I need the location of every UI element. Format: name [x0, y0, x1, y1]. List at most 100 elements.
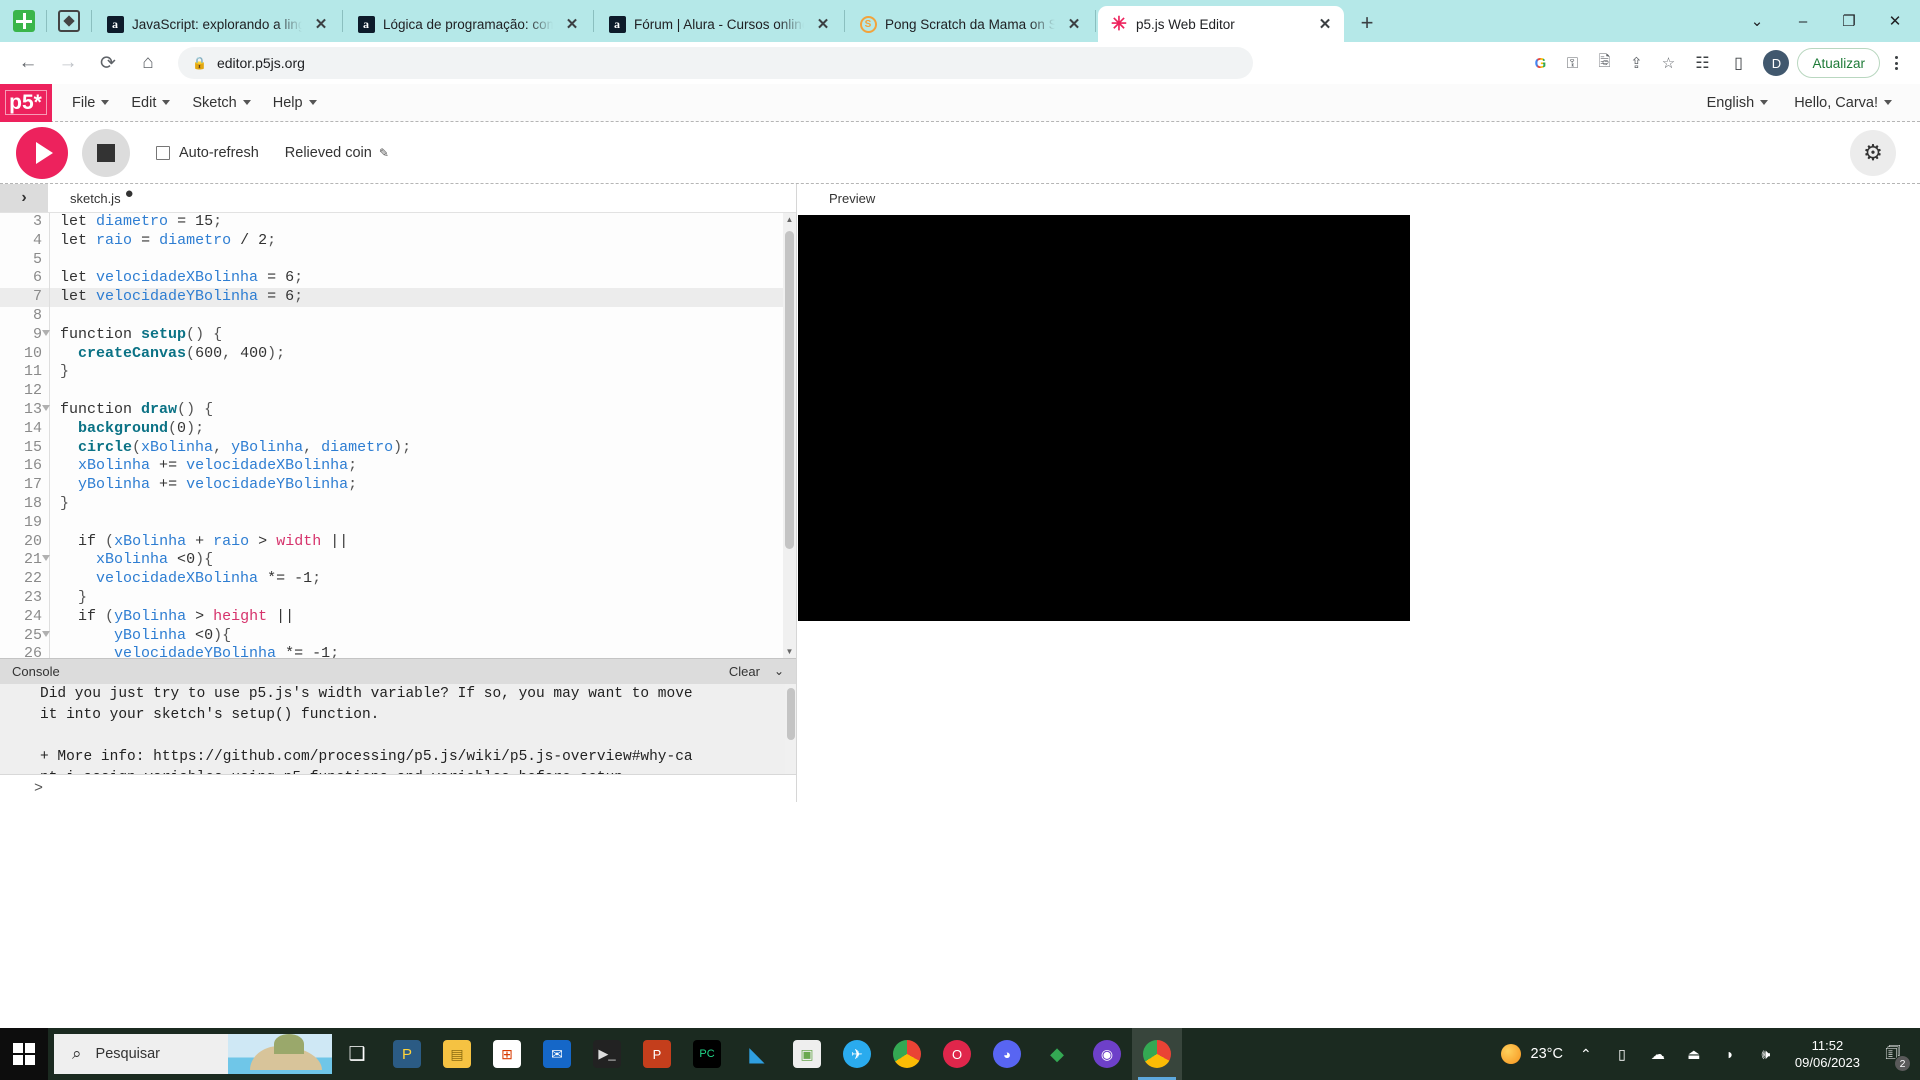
scroll-down-icon[interactable]: ▼ — [783, 644, 796, 658]
console-clear-button[interactable]: Clear — [729, 664, 760, 679]
code-line[interactable] — [50, 514, 796, 533]
code-line[interactable]: } — [50, 589, 796, 608]
code-line[interactable]: function setup() { — [50, 326, 796, 345]
drive-icon[interactable]: ◆ — [1032, 1028, 1082, 1080]
code-line[interactable]: createCanvas(600, 400); — [50, 345, 796, 364]
chrome-profile-icon[interactable] — [1132, 1028, 1182, 1080]
file-explorer-icon[interactable]: ▤ — [432, 1028, 482, 1080]
scroll-up-icon[interactable]: ▲ — [783, 213, 796, 226]
close-icon[interactable]: ✕ — [1063, 13, 1085, 35]
telegram-icon[interactable]: ✈ — [832, 1028, 882, 1080]
pencil-icon[interactable]: ✎ — [379, 146, 389, 160]
code-line[interactable] — [50, 382, 796, 401]
green-plus-icon[interactable] — [9, 6, 39, 36]
menu-file[interactable]: File — [72, 95, 110, 111]
avatar[interactable]: D — [1763, 50, 1790, 76]
python-idle-icon[interactable]: P — [382, 1028, 432, 1080]
notification-icon[interactable]: 🗊 2 — [1876, 1037, 1911, 1072]
console-header[interactable]: Console Clear ⌄ — [0, 657, 796, 684]
onedrive-icon[interactable]: ☁ — [1645, 1041, 1671, 1067]
scroll-thumb[interactable] — [787, 687, 795, 740]
chevron-down-icon[interactable]: ⌄ — [774, 664, 784, 678]
forward-button[interactable]: → — [50, 45, 86, 81]
chevron-up-icon[interactable]: ⌃ — [1573, 1041, 1599, 1067]
code-line[interactable]: } — [50, 363, 796, 382]
close-icon[interactable]: ✕ — [561, 13, 583, 35]
p5-logo[interactable]: p5* — [0, 83, 52, 122]
google-icon[interactable]: G — [1525, 48, 1555, 78]
code-line[interactable]: function draw() { — [50, 401, 796, 420]
discord-icon[interactable]: ◕ — [982, 1028, 1032, 1080]
scroll-thumb[interactable] — [785, 231, 794, 549]
code-editor[interactable]: 3 4 5 6 7 8 9 10 11 12 13 14 15 16 17 18 19 20 21 22 23 24 25 2… — [0, 212, 796, 658]
sketch-canvas[interactable] — [798, 215, 1410, 621]
close-icon[interactable]: ✕ — [812, 13, 834, 35]
opera-icon[interactable]: O — [932, 1028, 982, 1080]
fold-triangle-icon[interactable] — [42, 404, 50, 411]
search-input[interactable]: ⌕ Pesquisar — [54, 1034, 332, 1074]
minimize-icon[interactable]: – — [1780, 0, 1826, 42]
windows-start-icon[interactable] — [0, 1028, 48, 1080]
diamond-icon[interactable] — [54, 6, 84, 36]
bookmark-star-icon[interactable]: ☆ — [1653, 48, 1683, 78]
code-line[interactable]: let diametro = 15; — [50, 213, 796, 232]
url-bar[interactable]: 🔒 editor.p5js.org — [178, 47, 1253, 79]
auto-refresh-checkbox[interactable] — [156, 145, 170, 160]
language-selector[interactable]: English — [1707, 95, 1769, 111]
code-line[interactable]: yBolinha += velocidadeYBolinha; — [50, 476, 796, 495]
mobile-link-icon[interactable]: ▯ — [1609, 1041, 1635, 1067]
code-line[interactable]: velocidadeYBolinha *= -1; — [50, 645, 796, 658]
code-line[interactable]: let velocidadeYBolinha = 6; — [50, 288, 796, 307]
close-icon[interactable]: ✕ — [310, 13, 332, 35]
file-tab-sketch-js[interactable]: sketch.js ● — [48, 186, 134, 206]
photos-icon[interactable]: ▣ — [782, 1028, 832, 1080]
browser-tab[interactable]: a JavaScript: explorando a linguag ✕ — [94, 6, 340, 42]
play-button[interactable] — [16, 126, 68, 179]
key-icon[interactable]: ⚿ — [1557, 48, 1587, 78]
reload-button[interactable]: ⟳ — [90, 45, 126, 81]
code-line[interactable]: xBolinha <0){ — [50, 551, 796, 570]
home-button[interactable]: ⌂ — [130, 45, 166, 81]
browser-tab[interactable]: a Lógica de programação: comece ✕ — [345, 6, 591, 42]
fold-triangle-icon[interactable] — [42, 630, 50, 637]
console-input[interactable]: > — [0, 773, 796, 802]
fold-triangle-icon[interactable] — [42, 555, 50, 562]
sidebar-toggle-button[interactable]: › — [0, 184, 48, 212]
reading-list-icon[interactable]: ☷ — [1685, 46, 1719, 80]
code-line[interactable]: background(0); — [50, 420, 796, 439]
auto-refresh-toggle[interactable]: Auto-refresh — [156, 145, 259, 161]
weather-widget[interactable]: 23°C — [1500, 1044, 1563, 1064]
side-panel-icon[interactable]: ▯ — [1721, 46, 1755, 80]
share-icon[interactable]: ⇪ — [1621, 48, 1651, 78]
menu-help[interactable]: Help — [273, 95, 317, 111]
code-line[interactable]: velocidadeXBolinha *= -1; — [50, 570, 796, 589]
account-menu[interactable]: Hello, Carva! — [1794, 95, 1892, 111]
maximize-icon[interactable]: ❐ — [1826, 0, 1872, 42]
code-line[interactable]: let velocidadeXBolinha = 6; — [50, 269, 796, 288]
code-line[interactable] — [50, 251, 796, 270]
translate-icon[interactable]: 🗟 — [1589, 48, 1619, 78]
code-line[interactable]: circle(xBolinha, yBolinha, diametro); — [50, 439, 796, 458]
mail-icon[interactable]: ✉ — [532, 1028, 582, 1080]
pycharm-icon[interactable]: PC — [682, 1028, 732, 1080]
console-scrollbar[interactable] — [785, 683, 796, 774]
chevron-down-icon[interactable]: ⌄ — [1734, 0, 1780, 42]
code-line[interactable]: let raio = diametro / 2; — [50, 232, 796, 251]
fold-triangle-icon[interactable] — [42, 329, 50, 336]
close-icon[interactable]: ✕ — [1314, 13, 1336, 35]
browser-tab[interactable]: S Pong Scratch da Mama on Scrat ✕ — [847, 6, 1093, 42]
code-line[interactable] — [50, 307, 796, 326]
sketch-name[interactable]: Relieved coin ✎ — [285, 145, 389, 161]
kebab-menu-icon[interactable] — [1882, 48, 1910, 78]
code-line[interactable]: xBolinha += velocidadeXBolinha; — [50, 457, 796, 476]
github-icon[interactable]: ◉ — [1082, 1028, 1132, 1080]
code-lines[interactable]: let diametro = 15; let raio = diametro / … — [50, 213, 796, 658]
menu-edit[interactable]: Edit — [131, 95, 171, 111]
update-button[interactable]: Atualizar — [1797, 48, 1880, 78]
browser-tab-active[interactable]: ✳ p5.js Web Editor ✕ — [1098, 6, 1344, 42]
chrome-icon[interactable] — [882, 1028, 932, 1080]
task-view-icon[interactable]: ❑ — [332, 1028, 382, 1080]
safely-remove-icon[interactable]: ⏏ — [1681, 1041, 1707, 1067]
browser-tab[interactable]: a Fórum | Alura - Cursos online de ✕ — [596, 6, 842, 42]
close-icon[interactable]: ✕ — [1872, 0, 1918, 42]
